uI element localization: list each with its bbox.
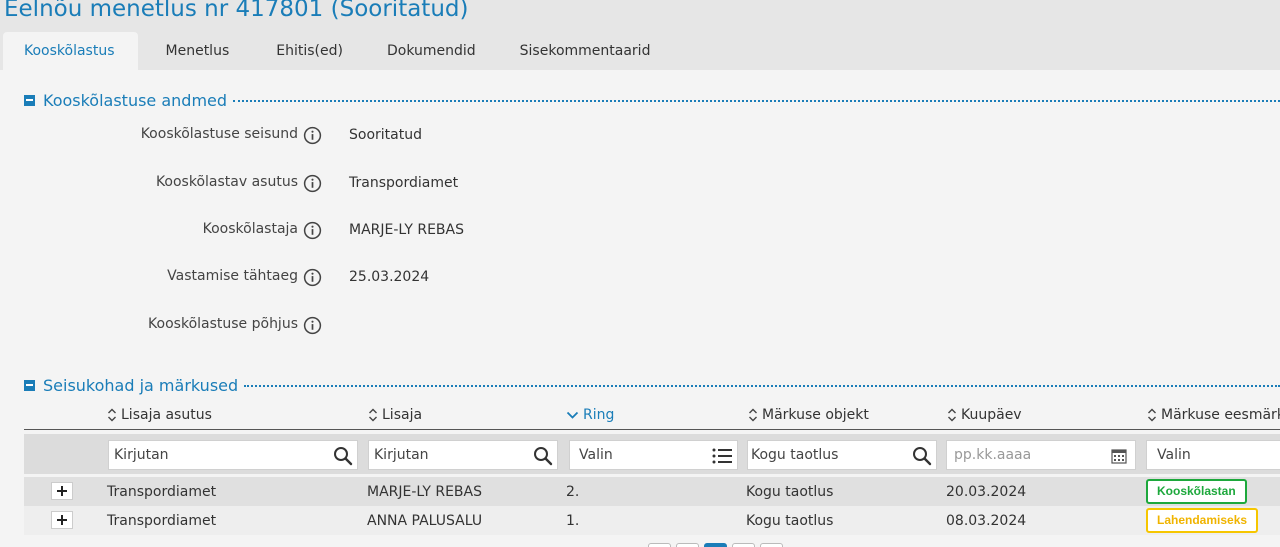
pagination [648, 543, 788, 547]
tab-ehitised[interactable]: Ehitis(ed) [255, 32, 366, 70]
field-label: Kooskõlastuse seisund [140, 126, 298, 142]
cell-ring: 2. [566, 484, 580, 500]
sort-icon [1148, 408, 1156, 422]
plus-icon [57, 486, 67, 496]
status-badge: Lahendamiseks [1146, 508, 1259, 533]
filter-kuupaev[interactable]: pp.kk.aaaa [946, 440, 1136, 470]
info-icon[interactable] [303, 174, 322, 193]
filter-lisaja[interactable]: Kirjutan [368, 440, 558, 470]
header-divider [24, 429, 1280, 430]
header-bar: Eelnõu menetlus nr 417801 (Sooritatud) K… [0, 0, 1280, 70]
calendar-icon[interactable] [1111, 448, 1127, 464]
collapse-icon[interactable] [24, 94, 35, 106]
info-icon[interactable] [303, 268, 322, 287]
cell-objekt: Kogu taotlus [746, 484, 834, 500]
section-header-kooskolastuse-andmed: Kooskõlastuse andmed [24, 90, 1280, 110]
table-row[interactable]: Transpordiamet ANNA PALUSALU 1. Kogu tao… [24, 506, 1280, 535]
sort-icon [369, 408, 377, 422]
chevron-down-icon [566, 411, 579, 419]
search-icon[interactable] [333, 446, 353, 466]
column-header-lisaja[interactable]: Lisaja [368, 405, 422, 425]
pagination-current-page[interactable] [704, 543, 727, 547]
field-label: Kooskõlastaja [202, 221, 298, 237]
cell-lisaja: ANNA PALUSALU [367, 513, 483, 529]
cell-asutus: Transpordiamet [107, 484, 217, 500]
filter-ring[interactable]: Valin [569, 440, 738, 470]
divider [233, 100, 1280, 102]
filter-markuse-eesmark[interactable]: Valin [1146, 440, 1280, 470]
filter-text: Valin [579, 447, 613, 463]
column-label: Lisaja asutus [121, 407, 212, 423]
tab-bar: Kooskõlastus Menetlus Ehitis(ed) Dokumen… [3, 32, 673, 70]
tab-dokumendid[interactable]: Dokumendid [366, 32, 499, 70]
pagination-button[interactable] [732, 543, 755, 547]
column-label: Märkuse eesmärk [1161, 407, 1280, 423]
expand-row-button[interactable] [51, 511, 73, 529]
section-title: Kooskõlastuse andmed [43, 90, 228, 110]
sort-icon [948, 408, 956, 422]
field-value: Sooritatud [349, 127, 422, 143]
filter-text: Valin [1157, 447, 1191, 463]
info-icon[interactable] [303, 221, 322, 240]
divider [244, 385, 1280, 387]
field-tahtaeg: Vastamise tähtaeg 25.03.2024 [0, 266, 900, 290]
column-header-markuse-eesmark[interactable]: Märkuse eesmärk [1147, 405, 1280, 425]
column-label: Lisaja [382, 407, 423, 423]
collapse-icon[interactable] [24, 379, 35, 391]
cell-asutus: Transpordiamet [107, 513, 217, 529]
column-header-markuse-objekt[interactable]: Märkuse objekt [748, 405, 869, 425]
sort-icon [108, 408, 116, 422]
tab-sisekommentaarid[interactable]: Sisekommentaarid [499, 32, 674, 70]
search-icon[interactable] [533, 446, 553, 466]
field-label: Vastamise tähtaeg [167, 268, 298, 284]
column-header-lisaja-asutus[interactable]: Lisaja asutus [107, 405, 212, 425]
cell-lisaja: MARJE-LY REBAS [367, 484, 482, 500]
tab-kooskolastus[interactable]: Kooskõlastus [3, 32, 138, 70]
field-value: 25.03.2024 [349, 269, 430, 285]
field-value: MARJE-LY REBAS [349, 222, 464, 238]
filter-markuse-objekt[interactable]: Kogu taotlus [747, 440, 937, 470]
field-seisund: Kooskõlastuse seisund Sooritatud [0, 124, 900, 148]
date-placeholder: pp.kk.aaaa [954, 447, 1032, 463]
filter-row: Kirjutan Kirjutan Valin Kogu taotlus pp.… [24, 434, 1280, 474]
field-kooskolastaja: Kooskõlastaja MARJE-LY REBAS [0, 219, 900, 243]
filter-lisaja-asutus[interactable]: Kirjutan [108, 440, 358, 470]
field-pohjus: Kooskõlastuse põhjus [0, 314, 900, 338]
content-area: Kooskõlastuse andmed Kooskõlastuse seisu… [0, 70, 1280, 547]
cell-kuupaev: 20.03.2024 [946, 484, 1027, 500]
list-icon[interactable] [711, 446, 733, 466]
table-row[interactable]: Transpordiamet MARJE-LY REBAS 2. Kogu ta… [24, 477, 1280, 506]
cell-ring: 1. [566, 513, 580, 529]
column-header-kuupaev[interactable]: Kuupäev [947, 405, 1022, 425]
expand-row-button[interactable] [51, 482, 73, 500]
field-label: Kooskõlastuse põhjus [148, 316, 298, 332]
plus-icon [57, 515, 67, 525]
filter-text: Kirjutan [374, 447, 429, 463]
field-asutus: Kooskõlastav asutus Transpordiamet [0, 172, 900, 196]
field-value: Transpordiamet [349, 175, 459, 191]
filter-text: Kirjutan [114, 447, 169, 463]
info-icon[interactable] [303, 316, 322, 335]
cell-kuupaev: 08.03.2024 [946, 513, 1027, 529]
section-header-seisukohad: Seisukohad ja märkused [24, 375, 1280, 395]
page-title: Eelnõu menetlus nr 417801 (Sooritatud) [4, 0, 469, 22]
pagination-button[interactable] [648, 543, 671, 547]
pagination-button[interactable] [760, 543, 783, 547]
tab-menetlus[interactable]: Menetlus [138, 32, 256, 70]
filter-text: Kogu taotlus [751, 447, 839, 463]
status-badge: Kooskõlastan [1146, 479, 1247, 504]
column-label: Ring [583, 407, 615, 423]
search-icon[interactable] [912, 446, 932, 466]
field-label: Kooskõlastav asutus [155, 174, 298, 190]
info-icon[interactable] [303, 126, 322, 145]
pagination-button[interactable] [676, 543, 699, 547]
section-title: Seisukohad ja märkused [43, 375, 239, 395]
column-label: Märkuse objekt [762, 407, 869, 423]
sort-icon [749, 408, 757, 422]
cell-objekt: Kogu taotlus [746, 513, 834, 529]
column-header-ring[interactable]: Ring [566, 405, 614, 425]
column-label: Kuupäev [961, 407, 1022, 423]
